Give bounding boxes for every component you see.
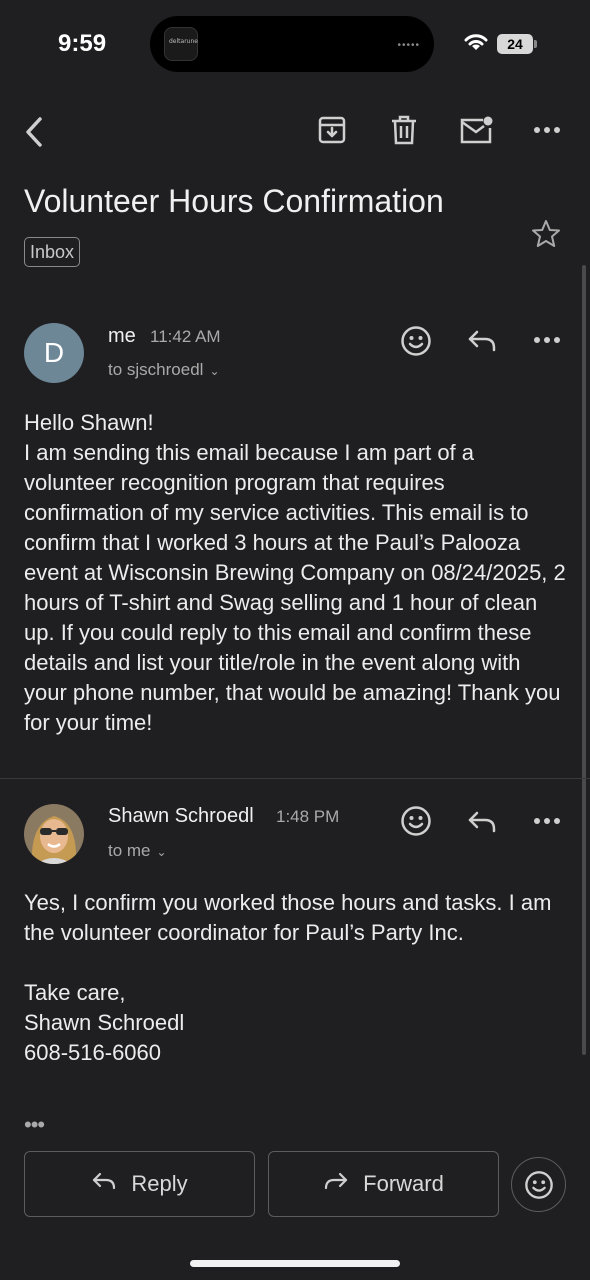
recipient-line: to sjschroedl: [108, 360, 204, 379]
message-body: Yes, I confirm you worked those hours an…: [24, 890, 552, 1065]
scrollbar[interactable]: [582, 265, 586, 1055]
battery-indicator: 24: [497, 34, 537, 54]
message-time: 11:42 AM: [150, 327, 221, 346]
star-icon[interactable]: [530, 218, 566, 254]
forward-icon: [323, 1171, 349, 1197]
recipient-details-toggle[interactable]: to me ⌄: [108, 841, 167, 861]
island-app-icon: deltarune: [164, 27, 198, 61]
email-subject: Volunteer Hours Confirmation: [24, 183, 444, 219]
avatar: [24, 804, 84, 864]
wifi-icon: [463, 32, 489, 57]
reply-button-label: Reply: [131, 1171, 188, 1196]
avatar: D: [24, 323, 84, 383]
status-time: 9:59: [58, 30, 107, 57]
back-icon[interactable]: [18, 112, 50, 152]
reply-icon[interactable]: [464, 806, 500, 838]
chevron-down-icon: ⌄: [156, 845, 167, 859]
message-time: 1:48 PM: [276, 807, 340, 826]
emoji-react-button[interactable]: [511, 1157, 566, 1212]
inbox-label-chip[interactable]: Inbox: [24, 237, 81, 267]
sender-name: Shawn Schroedl: [108, 805, 254, 827]
recipient-line: to me: [108, 841, 151, 860]
reply-icon[interactable]: [464, 325, 500, 357]
react-emoji-icon[interactable]: [398, 323, 434, 359]
more-options-icon[interactable]: [530, 116, 564, 144]
home-indicator[interactable]: [190, 1260, 400, 1267]
reply-button[interactable]: Reply: [24, 1151, 255, 1217]
sender-name: me: [108, 325, 136, 347]
mark-unread-icon[interactable]: [458, 114, 494, 146]
more-options-icon[interactable]: [532, 332, 562, 348]
message-body: Hello Shawn! I am sending this email bec…: [24, 410, 566, 735]
more-options-icon[interactable]: [532, 813, 562, 829]
reply-icon: [91, 1171, 117, 1197]
forward-button-label: Forward: [363, 1171, 444, 1196]
show-quoted-text-icon[interactable]: •••: [24, 1112, 45, 1138]
archive-icon[interactable]: [315, 113, 349, 147]
dynamic-island: deltarune •••••: [150, 16, 434, 72]
chevron-down-icon: ⌄: [209, 364, 220, 378]
forward-button[interactable]: Forward: [268, 1151, 499, 1217]
island-activity-dots: •••••: [397, 40, 420, 51]
smiley-icon: [524, 1170, 553, 1199]
divider: [0, 778, 590, 779]
recipient-details-toggle[interactable]: to sjschroedl ⌄: [108, 360, 220, 380]
react-emoji-icon[interactable]: [398, 803, 434, 839]
delete-icon[interactable]: [388, 113, 420, 147]
